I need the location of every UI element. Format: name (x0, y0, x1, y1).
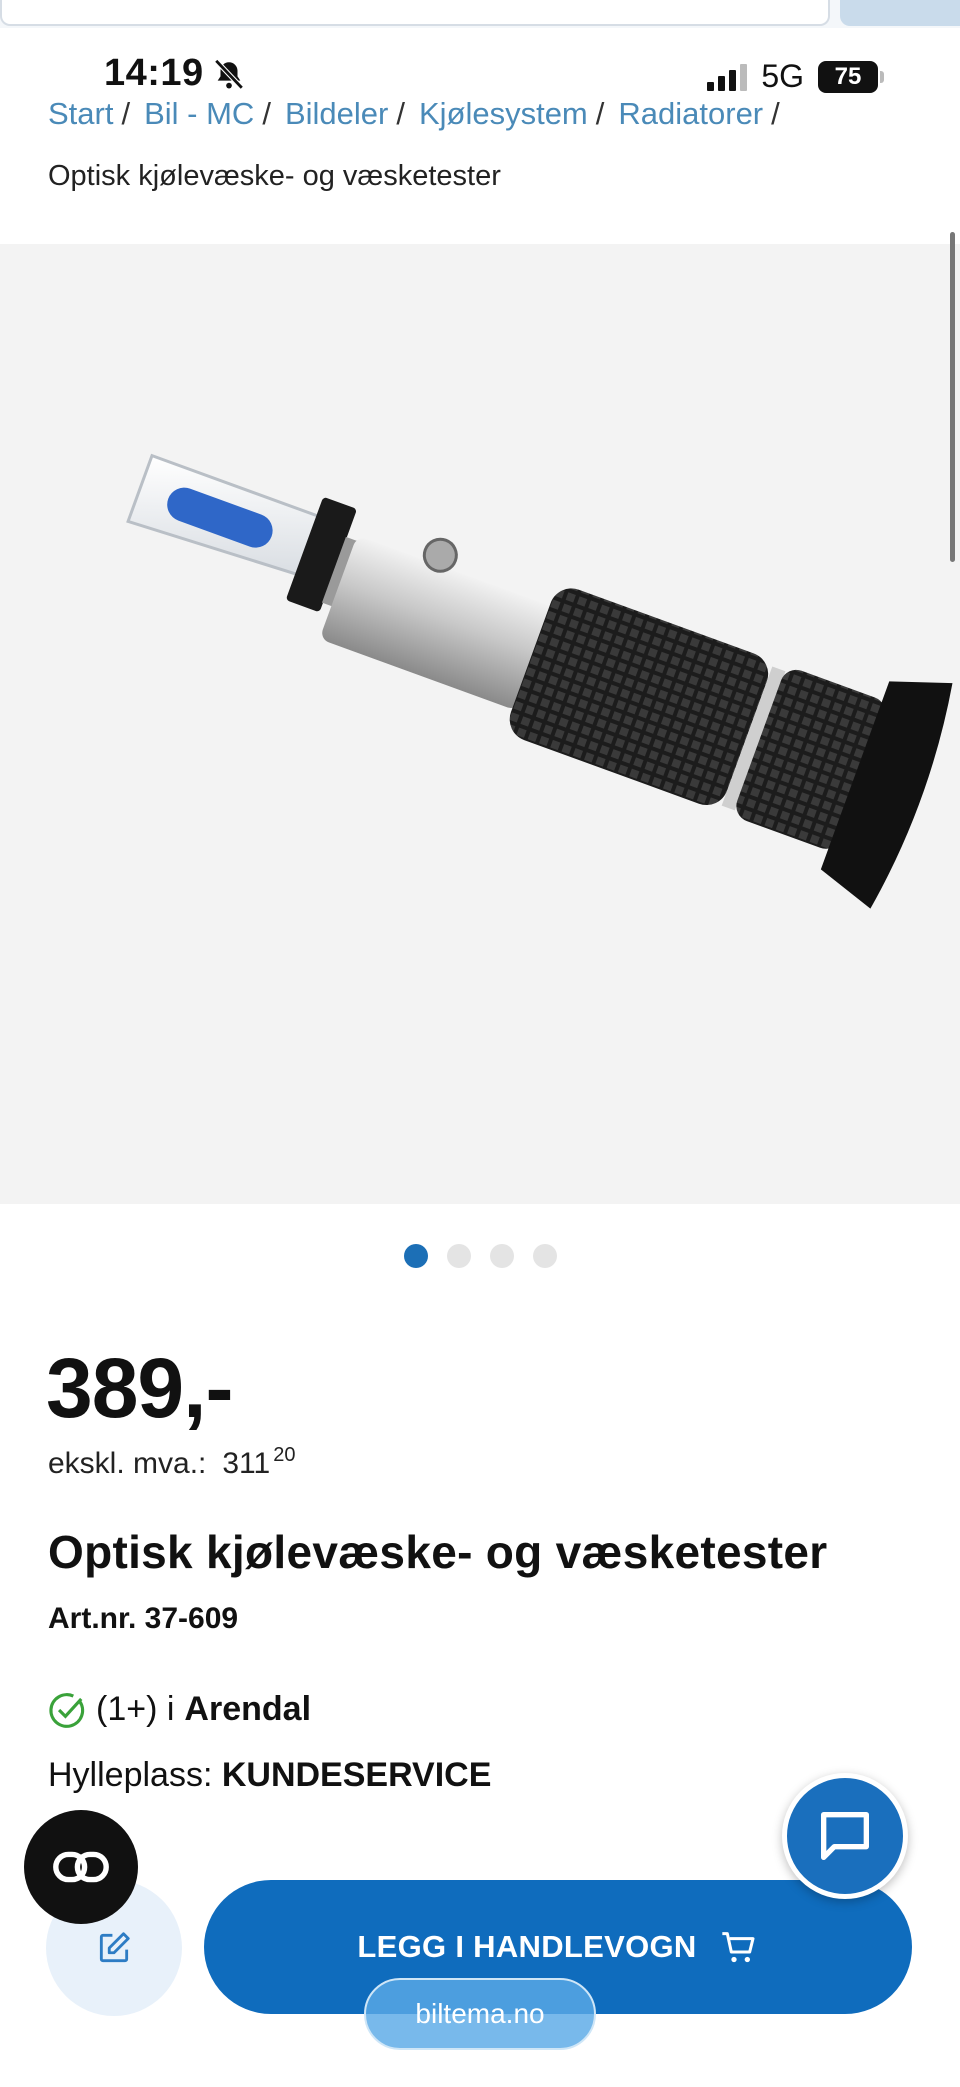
url-bar[interactable]: biltema.no (364, 1978, 596, 2050)
shelf-label: Hylleplass: (48, 1756, 213, 1794)
battery-level: 75 (834, 62, 862, 90)
breadcrumb-radiatorer[interactable]: Radiatorer (618, 96, 763, 132)
breadcrumb-start[interactable]: Start (48, 96, 113, 132)
edit-icon (99, 1932, 130, 1963)
gallery-dot-3[interactable] (489, 1244, 514, 1268)
battery-icon: 75 (818, 60, 884, 93)
product-title: Optisk kjølevæske- og væsketester (48, 1526, 828, 1578)
check-circle-icon (49, 1692, 85, 1728)
gallery-dot-1[interactable] (403, 1244, 428, 1268)
cart-icon (721, 1932, 755, 1963)
breadcrumb-bil-mc[interactable]: Bil - MC (144, 96, 254, 132)
breadcrumb-separator: / (771, 96, 780, 131)
product-price: 389,- (46, 1341, 233, 1435)
signal-icon (707, 63, 748, 91)
breadcrumb: Start / Bil - MC / Bildeler / Kjølesystem / … (48, 96, 794, 132)
browser-link-button[interactable] (24, 1810, 138, 1924)
ex-vat-amount: 311 (222, 1447, 271, 1480)
stock-store[interactable]: Arendal (184, 1690, 311, 1729)
ex-vat-decimals: 20 (273, 1444, 296, 1466)
product-image-gallery[interactable] (0, 244, 960, 1204)
gallery-dot-2[interactable] (446, 1244, 471, 1268)
network-type: 5G (761, 58, 804, 94)
search-button[interactable] (840, 0, 960, 26)
ex-vat-label: ekskl. mva.: (48, 1447, 207, 1480)
stock-count: (1+) i (96, 1690, 175, 1728)
status-right: 5G 75 (707, 58, 884, 95)
breadcrumb-kjolesystem[interactable]: Kjølesystem (419, 96, 588, 132)
link-icon (53, 1851, 109, 1883)
breadcrumb-separator: / (121, 96, 131, 131)
breadcrumb-bildeler[interactable]: Bildeler (285, 96, 388, 132)
status-time: 14:19 (104, 52, 204, 94)
page-scrollbar[interactable] (950, 232, 955, 562)
article-number: Art.nr. 37-609 (48, 1602, 239, 1635)
breadcrumb-separator: / (595, 96, 605, 131)
shelf-value: KUNDESERVICE (221, 1756, 492, 1794)
breadcrumb-separator: / (262, 96, 271, 131)
breadcrumb-current: Optisk kjølevæske- og væsketester (48, 160, 501, 192)
add-to-cart-label: LEGG I HANDLEVOGN (357, 1929, 697, 1964)
price-ex-vat: ekskl. mva.: 311 20 (48, 1444, 295, 1481)
breadcrumb-separator: / (396, 96, 405, 131)
refractometer-image (126, 453, 953, 909)
gallery-pagination (0, 1244, 960, 1268)
top-search-strip (0, 0, 960, 28)
gallery-dot-4[interactable] (532, 1244, 557, 1268)
stock-status[interactable]: (1+) i Arendal (48, 1690, 311, 1729)
search-input[interactable] (0, 0, 830, 26)
shelf-location: Hylleplass: KUNDESERVICE (48, 1756, 491, 1795)
chat-button[interactable] (782, 1773, 908, 1899)
bell-muted-icon (214, 59, 244, 90)
chat-icon (821, 1812, 869, 1860)
